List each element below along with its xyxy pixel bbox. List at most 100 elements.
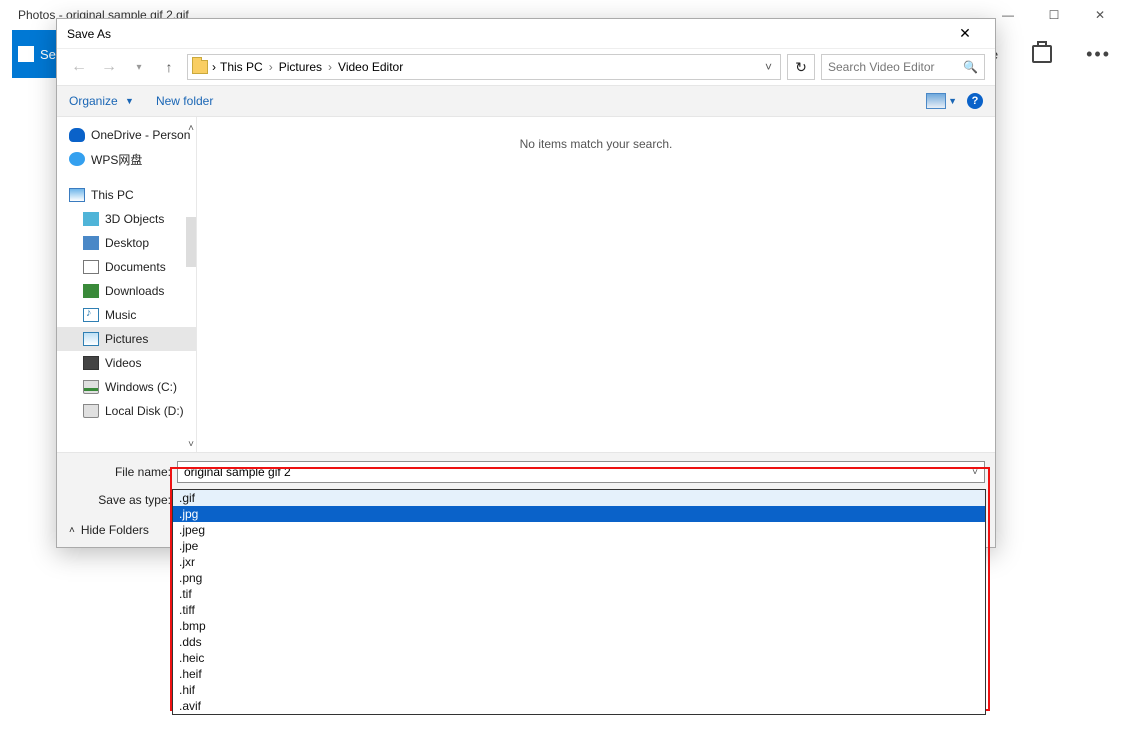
tree-item-label: OneDrive - Person (91, 128, 190, 142)
crumb-1[interactable]: Pictures (279, 60, 322, 74)
close-x-icon: ✕ (959, 25, 971, 41)
maximize-button[interactable]: ☐ (1031, 0, 1077, 30)
tree-item-music[interactable]: Music (57, 303, 196, 327)
tree-item-windows-c-[interactable]: Windows (C:) (57, 375, 196, 399)
recent-locations-button[interactable]: ▾ (127, 55, 151, 79)
up-button[interactable]: ↑ (157, 55, 181, 79)
music-icon (83, 308, 99, 322)
filetype-option[interactable]: .hif (173, 682, 985, 698)
search-icon: 🔍 (963, 60, 978, 74)
forward-arrow-icon: → (101, 58, 117, 76)
hide-folders-label: Hide Folders (81, 523, 149, 537)
filename-value: original sample gif 2 (184, 465, 291, 479)
tree-item-label: Documents (105, 260, 166, 274)
down-icon (83, 284, 99, 298)
tree-item-pictures[interactable]: Pictures (57, 327, 196, 351)
search-input[interactable]: Search Video Editor 🔍 (821, 54, 985, 80)
tree-item-onedrive-person[interactable]: OneDrive - Person (57, 123, 196, 147)
filetype-option[interactable]: .jpeg (173, 522, 985, 538)
tree-chevron-down[interactable]: ˅ (188, 439, 194, 450)
photos-app-icon (18, 46, 34, 62)
dialog-titlebar: Save As ✕ (57, 19, 995, 49)
dialog-title: Save As (67, 27, 111, 41)
window-buttons: — ☐ ✕ (985, 0, 1123, 30)
tree-item-this-pc[interactable]: This PC (57, 183, 196, 207)
filetype-option[interactable]: .dds (173, 634, 985, 650)
chevron-up-icon: ˄ (69, 525, 75, 536)
tree-item-label: This PC (91, 188, 134, 202)
tree-item-desktop[interactable]: Desktop (57, 231, 196, 255)
more-icon[interactable]: ••• (1086, 44, 1111, 65)
chevron-right-icon: › (328, 60, 332, 74)
tree-scrollbar[interactable] (186, 217, 196, 267)
tree-item-videos[interactable]: Videos (57, 351, 196, 375)
back-button[interactable]: ← (67, 55, 91, 79)
filetype-option[interactable]: .gif (173, 490, 985, 506)
filetype-option[interactable]: .png (173, 570, 985, 586)
nav-tree: ˄ ˅ OneDrive - Person WPS网盘 This PC 3D Obje… (57, 117, 197, 452)
tree-item-label: Pictures (105, 332, 148, 346)
forward-button[interactable]: → (97, 55, 121, 79)
chevron-down-icon: ▼ (948, 96, 957, 106)
close-icon: ✕ (1095, 8, 1105, 22)
desk-icon (83, 236, 99, 250)
print-icon[interactable] (1032, 45, 1052, 63)
tree-item-label: Desktop (105, 236, 149, 250)
help-icon: ? (972, 95, 979, 107)
crumb-2[interactable]: Video Editor (338, 60, 403, 74)
save-as-dialog: Save As ✕ ← → ▾ ↑ › This PC › Pictures ›… (56, 18, 996, 548)
tree-item-label: Videos (105, 356, 141, 370)
file-list-area: No items match your search. (197, 117, 995, 452)
filetype-option[interactable]: .heic (173, 650, 985, 666)
tree-item-label: Local Disk (D:) (105, 404, 184, 418)
tree-item-label: Windows (C:) (105, 380, 177, 394)
chevron-down-icon[interactable]: ˅ (972, 467, 978, 478)
filetype-option[interactable]: .jpg (173, 506, 985, 522)
crumb-0[interactable]: This PC (220, 60, 263, 74)
tree-item-label: WPS网盘 (91, 151, 142, 168)
refresh-button[interactable]: ↻ (787, 54, 815, 80)
filetype-option[interactable]: .heif (173, 666, 985, 682)
search-placeholder: Search Video Editor (828, 60, 935, 74)
filetype-option[interactable]: .avif (173, 698, 985, 714)
pc-icon (69, 188, 85, 202)
empty-message: No items match your search. (520, 137, 673, 151)
tree-item-documents[interactable]: Documents (57, 255, 196, 279)
dialog-close-button[interactable]: ✕ (945, 25, 985, 42)
tree-item-local-disk-d-[interactable]: Local Disk (D:) (57, 399, 196, 423)
tree-item-wps-[interactable]: WPS网盘 (57, 147, 196, 171)
minimize-icon: — (1002, 8, 1014, 22)
dialog-toolbar: Organize ▼ New folder ▼ ? (57, 85, 995, 117)
dialog-body: ˄ ˅ OneDrive - Person WPS网盘 This PC 3D Obje… (57, 117, 995, 452)
drive-icon (83, 380, 99, 394)
pic-icon (83, 332, 99, 346)
help-button[interactable]: ? (967, 93, 983, 109)
view-icon (926, 93, 946, 109)
filetype-option[interactable]: .bmp (173, 618, 985, 634)
filetype-option[interactable]: .tiff (173, 602, 985, 618)
view-button[interactable]: ▼ (926, 93, 957, 109)
tree-item-label: Downloads (105, 284, 164, 298)
filetype-option[interactable]: .jpe (173, 538, 985, 554)
back-arrow-icon: ← (71, 58, 87, 76)
new-folder-button[interactable]: New folder (156, 94, 213, 108)
organize-button[interactable]: Organize ▼ (69, 94, 134, 108)
tree-item-3d-objects[interactable]: 3D Objects (57, 207, 196, 231)
filetype-option[interactable]: .tif (173, 586, 985, 602)
tree-chevron-up[interactable]: ˄ (188, 123, 194, 134)
wps-icon (69, 152, 85, 166)
up-arrow-icon: ↑ (166, 59, 173, 75)
savetype-dropdown-list: .gif.jpg.jpeg.jpe.jxr.png.tif.tiff.bmp.d… (172, 489, 986, 715)
doc-icon (83, 260, 99, 274)
filetype-option[interactable]: .jxr (173, 554, 985, 570)
filename-input[interactable]: original sample gif 2 ˅ (177, 461, 985, 483)
address-dropdown-button[interactable]: ˅ (761, 60, 776, 74)
vid-icon (83, 356, 99, 370)
chevron-down-icon: ▼ (125, 96, 134, 106)
tree-item-downloads[interactable]: Downloads (57, 279, 196, 303)
address-bar[interactable]: › This PC › Pictures › Video Editor ˅ (187, 54, 781, 80)
close-window-button[interactable]: ✕ (1077, 0, 1123, 30)
maximize-icon: ☐ (1049, 8, 1060, 22)
filename-label: File name: (67, 465, 177, 479)
drived-icon (83, 404, 99, 418)
